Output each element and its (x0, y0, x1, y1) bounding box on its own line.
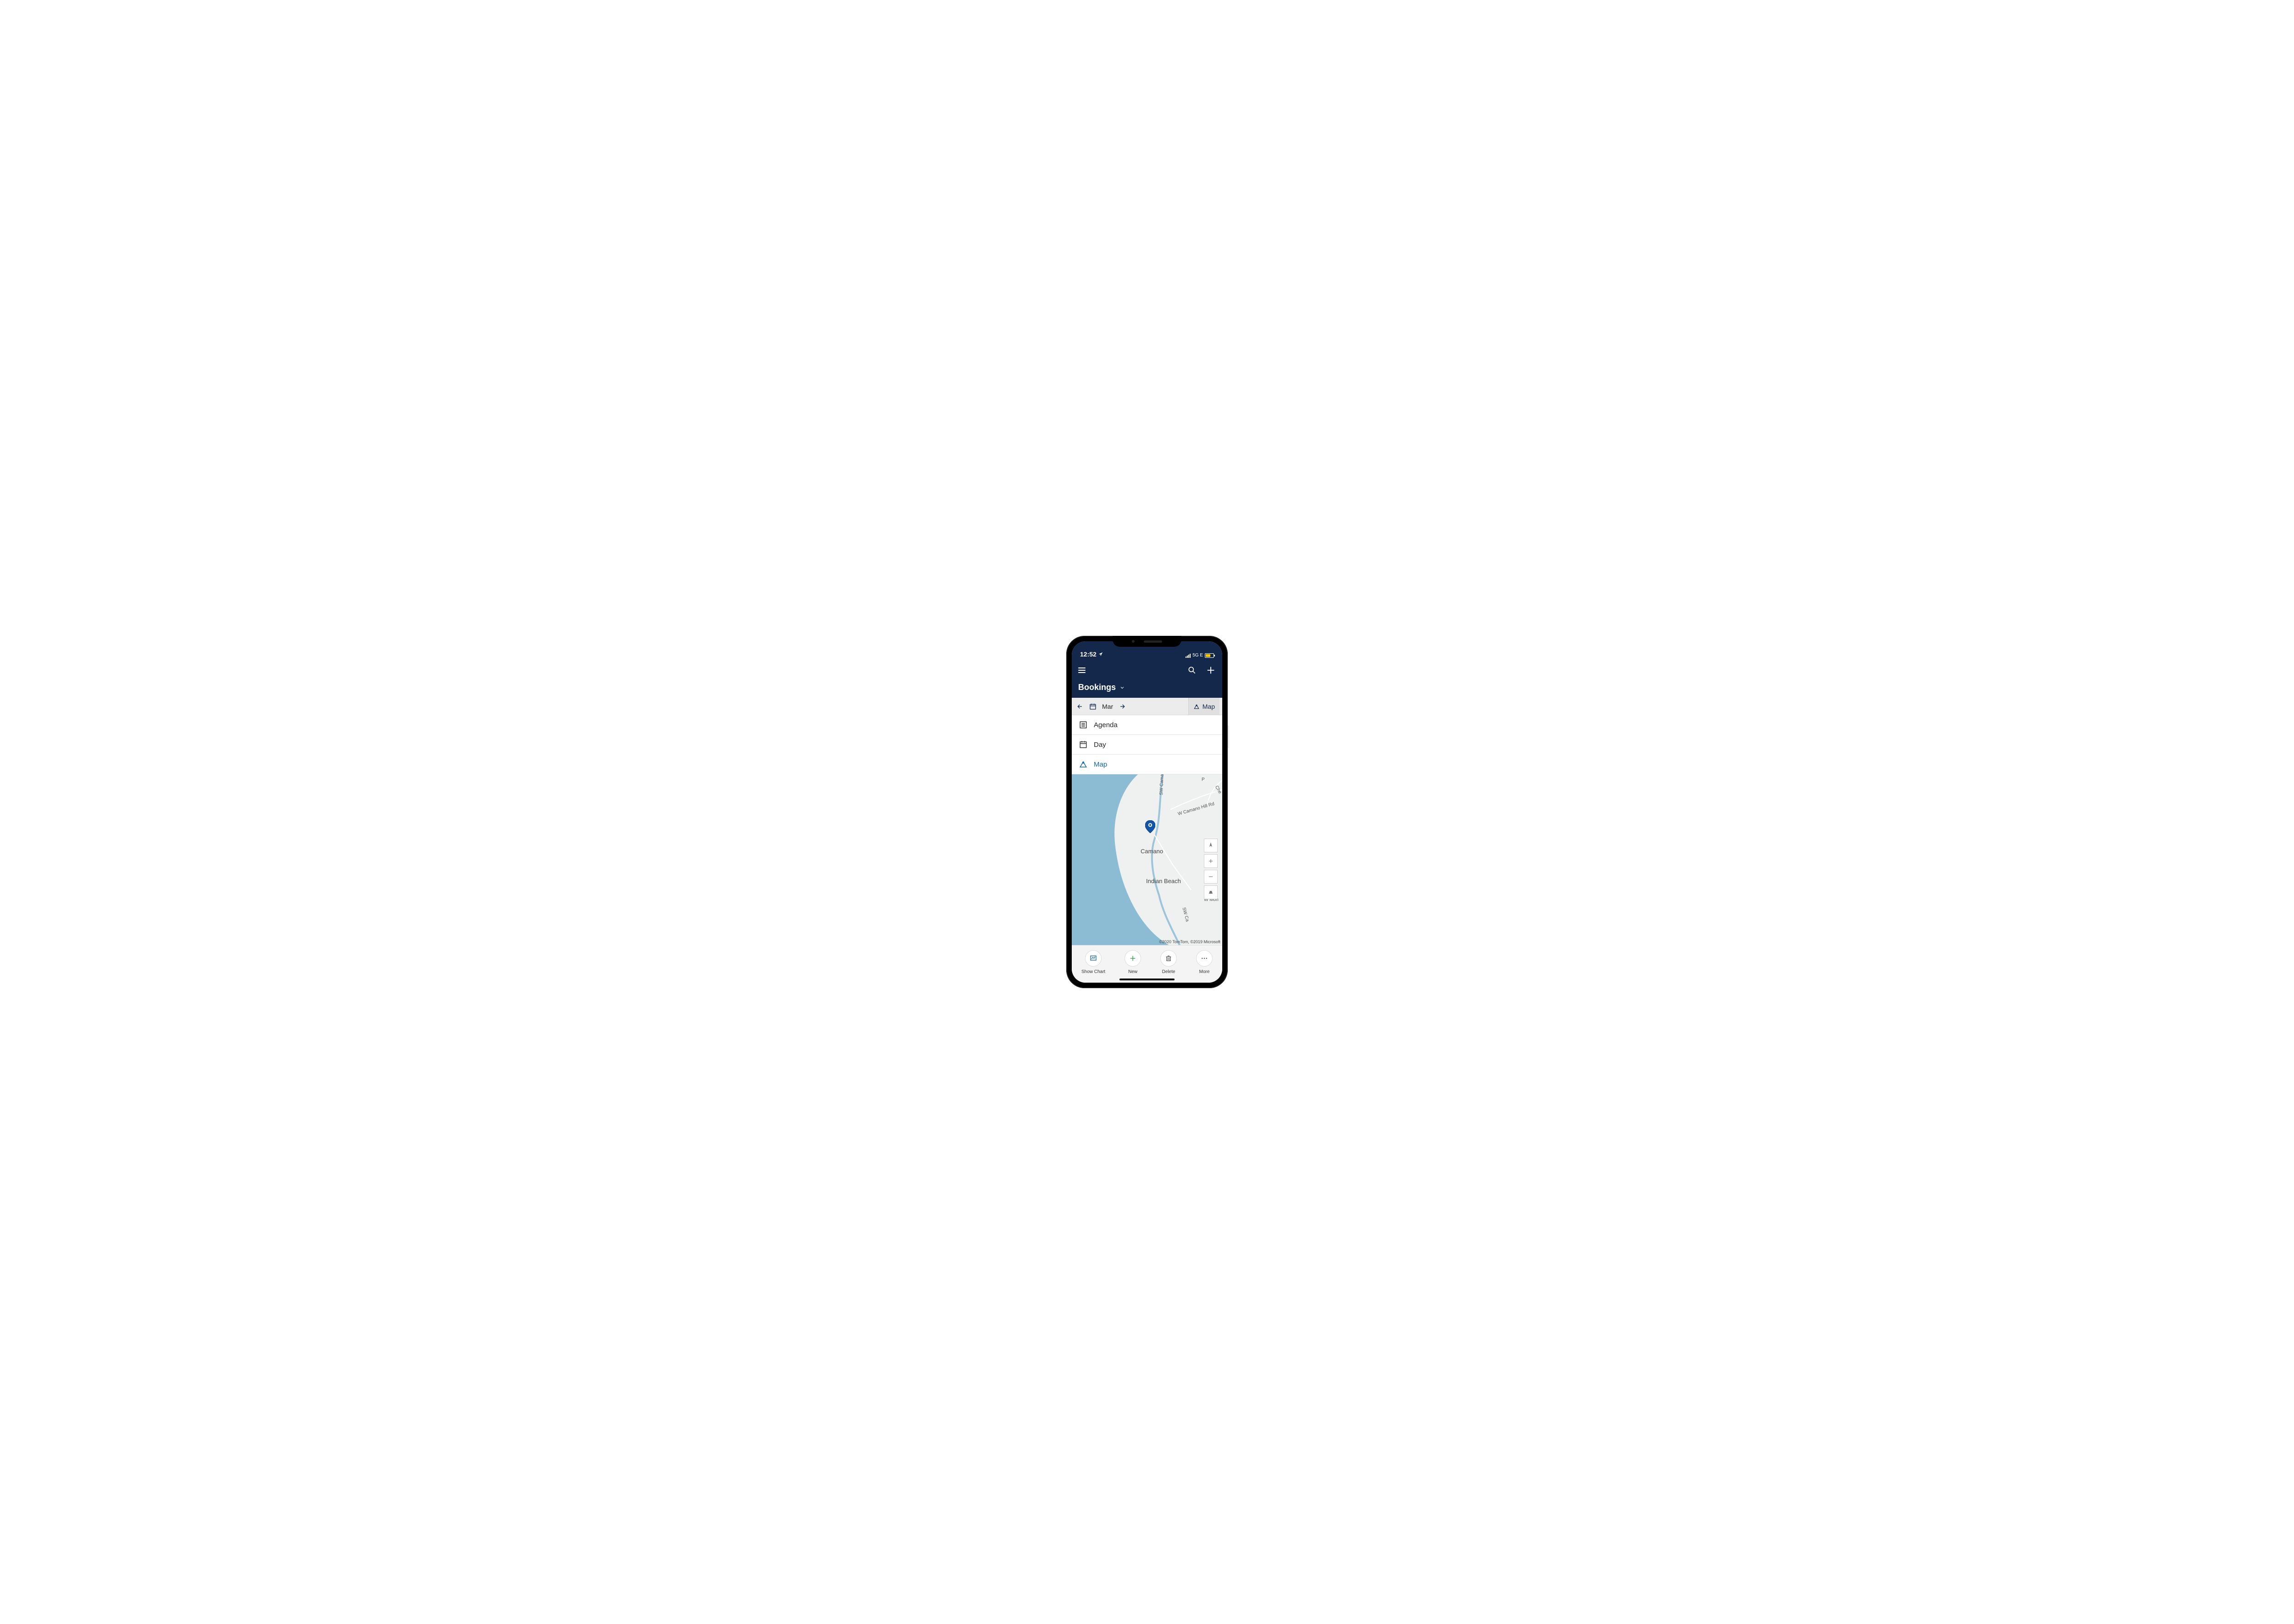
view-option-label: Map (1094, 761, 1107, 768)
view-option-label: Agenda (1094, 721, 1118, 729)
calendar-icon[interactable] (1089, 703, 1097, 710)
bottom-bar-label: Show Chart (1081, 969, 1105, 974)
tilt-icon (1208, 890, 1214, 895)
map-pin[interactable] (1145, 820, 1155, 835)
app-header: Bookings (1072, 660, 1222, 698)
map-tilt-button[interactable] (1204, 885, 1218, 899)
next-arrow-icon[interactable] (1119, 703, 1126, 710)
view-option-agenda[interactable]: Agenda (1072, 715, 1222, 735)
view-option-map[interactable]: Map (1072, 755, 1222, 774)
status-time-group: 12:52 (1080, 651, 1103, 658)
show-chart-button[interactable]: Show Chart (1081, 950, 1105, 974)
battery-icon (1205, 653, 1214, 658)
trash-icon (1165, 955, 1172, 962)
signal-icon (1186, 653, 1191, 658)
menu-button[interactable] (1078, 667, 1086, 673)
chart-icon (1090, 955, 1097, 962)
location-arrow-icon (1098, 652, 1103, 656)
more-icon (1201, 955, 1208, 962)
date-toolbar: Mar Map (1072, 698, 1222, 715)
delete-button[interactable]: Delete (1160, 950, 1177, 974)
chevron-down-icon (1119, 685, 1125, 690)
new-button[interactable]: New (1125, 950, 1141, 974)
map-pin-small-icon (1193, 703, 1200, 710)
add-button[interactable] (1206, 665, 1216, 675)
bottom-bar-label: Delete (1162, 969, 1175, 974)
view-mode-toggle[interactable]: Map (1188, 698, 1219, 715)
map-canvas[interactable]: P SW Camano Dr W Camano Hill Rd Che Cama… (1072, 774, 1222, 945)
map-zoom-out-button[interactable] (1204, 870, 1218, 884)
page-title: Bookings (1078, 683, 1116, 692)
view-option-label: Day (1094, 741, 1106, 749)
compass-icon (1208, 842, 1214, 849)
plus-icon (1208, 858, 1214, 864)
view-mode-label: Map (1203, 703, 1215, 710)
page-title-dropdown[interactable]: Bookings (1078, 683, 1216, 692)
map-locate-button[interactable] (1204, 839, 1218, 852)
more-button[interactable]: More (1196, 950, 1213, 974)
map-place-label: Indian Beach (1146, 878, 1181, 884)
day-icon (1079, 740, 1087, 749)
phone-side-button (1228, 725, 1229, 748)
app-screen: 12:52 5G E Bookings (1072, 641, 1222, 983)
minus-icon (1208, 874, 1214, 879)
view-option-day[interactable]: Day (1072, 735, 1222, 755)
bottom-bar-label: More (1199, 969, 1210, 974)
map-controls (1204, 839, 1218, 899)
view-options-list: Agenda Day Map (1072, 715, 1222, 774)
phone-notch (1113, 636, 1181, 647)
map-attribution: ©2020 TomTom, ©2019 Microsoft (1159, 940, 1220, 944)
map-road-label: P (1202, 777, 1205, 782)
search-icon[interactable] (1187, 666, 1197, 675)
phone-frame: 12:52 5G E Bookings (1066, 636, 1228, 988)
home-indicator[interactable] (1119, 979, 1175, 980)
bottom-action-bar: Show Chart New Delete More (1072, 945, 1222, 983)
bottom-bar-label: New (1128, 969, 1137, 974)
status-right-group: 5G E (1186, 653, 1214, 658)
network-label: 5G E (1192, 653, 1203, 658)
prev-arrow-icon[interactable] (1076, 703, 1084, 710)
month-label[interactable]: Mar (1102, 703, 1113, 710)
map-roads-layer (1072, 774, 1222, 945)
map-icon (1079, 760, 1087, 768)
map-zoom-in-button[interactable] (1204, 854, 1218, 868)
status-time: 12:52 (1080, 651, 1097, 658)
agenda-icon (1079, 721, 1087, 729)
map-place-label: Camano (1141, 848, 1163, 855)
plus-icon (1129, 955, 1136, 962)
